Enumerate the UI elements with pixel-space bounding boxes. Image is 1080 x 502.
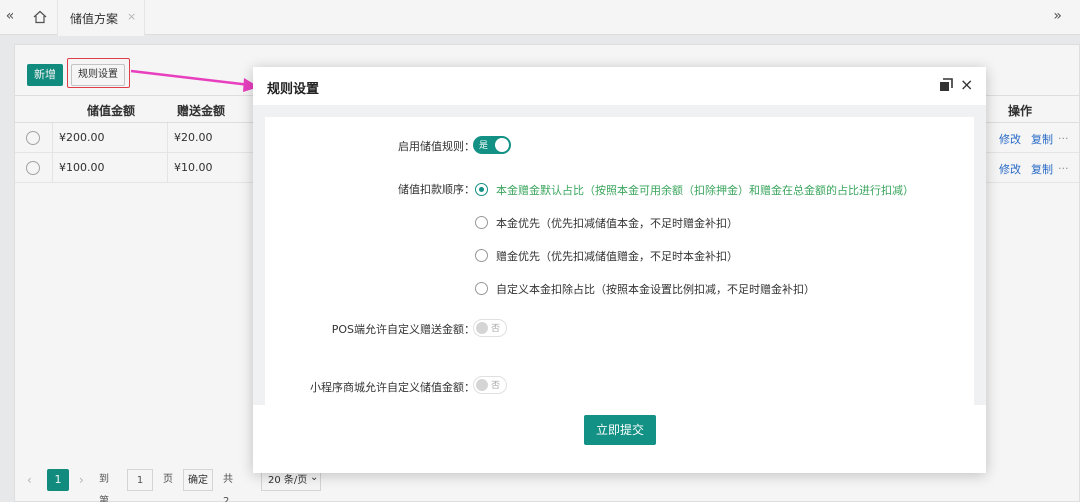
- radio-button[interactable]: [475, 183, 488, 196]
- close-icon[interactable]: ×: [960, 75, 973, 94]
- radio-button[interactable]: [475, 282, 488, 295]
- enable-rules-label: 启用储值规则：: [398, 140, 475, 153]
- submit-button[interactable]: 立即提交: [584, 415, 656, 445]
- rules-settings-dialog: 规则设置 × 启用储值规则： 是 储值扣款顺序： 本金赠金默认占比（按照本金可用…: [253, 67, 986, 473]
- switch-state-text: 否: [491, 381, 501, 391]
- dialog-body: 启用储值规则： 是 储值扣款顺序： 本金赠金默认占比（按照本金可用余额（扣除押金…: [253, 105, 986, 405]
- rules-form: 启用储值规则： 是 储值扣款顺序： 本金赠金默认占比（按照本金可用余额（扣除押金…: [265, 117, 974, 405]
- radio-button[interactable]: [475, 216, 488, 229]
- dialog-title: 规则设置: [267, 82, 320, 97]
- maximize-icon[interactable]: [939, 78, 953, 92]
- option-label: 本金优先（优先扣减储值本金，不足时赠金补扣）: [496, 217, 738, 230]
- option-label: 自定义本金扣除占比（按照本金设置比例扣减，不足时赠金补扣）: [496, 283, 815, 296]
- miniapp-custom-amount-switch[interactable]: 否: [473, 376, 507, 394]
- dialog-footer: 立即提交: [253, 405, 986, 473]
- enable-rules-switch[interactable]: 是: [473, 136, 511, 154]
- radio-button[interactable]: [475, 249, 488, 262]
- switch-state-text: 是: [479, 141, 489, 151]
- option-label: 本金赠金默认占比（按照本金可用余额（扣除押金）和赠金在总金额的占比进行扣减）: [496, 184, 914, 197]
- switch-knob: [495, 138, 509, 152]
- dialog-header: 规则设置 ×: [253, 67, 986, 105]
- switch-knob: [476, 322, 488, 334]
- pos-custom-bonus-label: POS端允许自定义赠送金额：: [331, 323, 475, 336]
- miniapp-custom-amount-label: 小程序商城允许自定义储值金额：: [310, 381, 475, 394]
- deduction-order-label: 储值扣款顺序：: [398, 183, 475, 196]
- pos-custom-bonus-switch[interactable]: 否: [473, 319, 507, 337]
- switch-state-text: 否: [491, 324, 501, 334]
- option-label: 赠金优先（优先扣减储值赠金，不足时本金补扣）: [496, 250, 738, 263]
- switch-knob: [476, 379, 488, 391]
